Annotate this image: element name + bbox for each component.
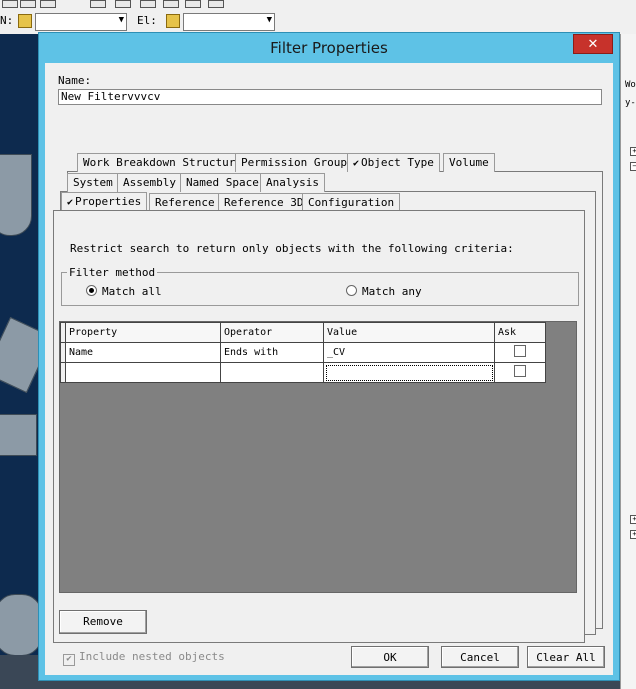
collapse-icon[interactable]: − bbox=[630, 162, 636, 171]
toolbar-icon[interactable] bbox=[20, 0, 36, 8]
3d-part-shape bbox=[0, 594, 40, 656]
filter-method-legend: Filter method bbox=[67, 266, 158, 279]
ask-checkbox[interactable] bbox=[514, 365, 526, 377]
expand-icon[interactable]: + bbox=[630, 530, 636, 539]
ask-checkbox[interactable] bbox=[514, 345, 526, 357]
tree-panel-text: Wo bbox=[625, 80, 636, 90]
cancel-button[interactable]: Cancel bbox=[441, 646, 519, 668]
toolbar-label-n: N: bbox=[0, 14, 14, 27]
close-button[interactable]: ✕ bbox=[573, 34, 613, 54]
filter-properties-dialog: Filter Properties ✕ Name: New Filtervvvc… bbox=[38, 32, 620, 681]
grid-header-property[interactable]: Property bbox=[65, 322, 221, 343]
tab-assembly[interactable]: Assembly bbox=[117, 173, 182, 192]
toolbar-icon[interactable] bbox=[2, 0, 18, 8]
criteria-grid: Property Operator Value Ask Name Ends wi… bbox=[60, 322, 546, 383]
toolbar-combo-2[interactable]: ▼ bbox=[183, 13, 275, 31]
tab-system[interactable]: System bbox=[67, 173, 119, 192]
toolbar-icon[interactable] bbox=[40, 0, 56, 8]
cell-value[interactable]: _CV bbox=[323, 342, 495, 363]
cell-operator[interactable]: Ends with bbox=[220, 342, 324, 363]
grid-header-row: Property Operator Value Ask bbox=[60, 322, 546, 343]
close-icon: ✕ bbox=[587, 37, 599, 52]
remove-button[interactable]: Remove bbox=[59, 610, 147, 634]
3d-part-shape bbox=[0, 414, 37, 456]
expand-icon[interactable]: + bbox=[630, 147, 636, 156]
tab-object-type[interactable]: ✔ Object Type bbox=[347, 153, 440, 172]
name-input[interactable]: New Filtervvvcv bbox=[58, 89, 602, 105]
toolbar-icon[interactable] bbox=[115, 0, 131, 8]
grid-header-ask[interactable]: Ask bbox=[494, 322, 546, 343]
table-row[interactable]: Name Ends with _CV bbox=[60, 342, 546, 363]
expand-icon[interactable]: + bbox=[630, 515, 636, 524]
clear-all-button[interactable]: Clear All bbox=[527, 646, 605, 668]
radio-selected-icon bbox=[86, 285, 97, 296]
lock-icon[interactable] bbox=[18, 14, 32, 28]
tab-work-breakdown-structure[interactable]: Work Breakdown Structure bbox=[77, 153, 248, 172]
criteria-grid-area[interactable]: Property Operator Value Ask Name Ends wi… bbox=[59, 321, 577, 593]
checkmark-icon: ✔ bbox=[67, 197, 74, 208]
cell-value[interactable] bbox=[323, 362, 495, 383]
3d-part-shape bbox=[0, 154, 32, 236]
checkbox-checked-icon: ✔ bbox=[63, 654, 75, 666]
checkmark-icon: ✔ bbox=[353, 158, 360, 169]
cell-ask[interactable] bbox=[494, 342, 546, 363]
include-nested-checkbox[interactable]: ✔ Include nested objects bbox=[63, 650, 225, 666]
cell-operator[interactable] bbox=[220, 362, 324, 383]
restrict-description: Restrict search to return only objects w… bbox=[70, 242, 514, 255]
lock-icon[interactable] bbox=[166, 14, 180, 28]
dialog-title: Filter Properties bbox=[270, 39, 388, 57]
toolbar-icon[interactable] bbox=[185, 0, 201, 8]
filter-method-group: Filter method Match all Match any bbox=[61, 266, 579, 306]
toolbar-icon[interactable] bbox=[90, 0, 106, 8]
properties-tab-page: Restrict search to return only objects w… bbox=[53, 210, 585, 666]
name-label: Name: bbox=[58, 74, 92, 87]
toolbar-label-el: El: bbox=[137, 14, 157, 27]
cell-property[interactable]: Name bbox=[65, 342, 221, 363]
cell-ask[interactable] bbox=[494, 362, 546, 383]
cell-property[interactable] bbox=[65, 362, 221, 383]
match-all-radio[interactable]: Match all bbox=[86, 285, 162, 298]
3d-part-shape bbox=[0, 316, 40, 394]
grid-header-operator[interactable]: Operator bbox=[220, 322, 324, 343]
top-toolbar: N: ▼ El: ▼ bbox=[0, 0, 636, 35]
tree-panel-text: y- bbox=[625, 98, 636, 108]
chevron-down-icon: ▼ bbox=[118, 15, 124, 25]
3d-viewport[interactable] bbox=[0, 34, 40, 689]
toolbar-icon[interactable] bbox=[140, 0, 156, 8]
chevron-down-icon: ▼ bbox=[266, 15, 272, 25]
tab-properties[interactable]: ✔ Properties bbox=[61, 192, 148, 212]
match-any-radio[interactable]: Match any bbox=[346, 285, 422, 298]
toolbar-icon[interactable] bbox=[163, 0, 179, 8]
toolbar-icon[interactable] bbox=[208, 0, 224, 8]
tab-analysis[interactable]: Analysis bbox=[260, 173, 325, 192]
dialog-client-area: Name: New Filtervvvcv Work Breakdown Str… bbox=[45, 63, 613, 675]
table-row[interactable] bbox=[60, 362, 546, 383]
tree-panel[interactable]: Wo y- + − + + bbox=[620, 34, 636, 689]
tab-permission-group[interactable]: Permission Group bbox=[235, 153, 353, 172]
ok-button[interactable]: OK bbox=[351, 646, 429, 668]
toolbar-combo-1[interactable]: ▼ bbox=[35, 13, 127, 31]
tab-volume[interactable]: Volume bbox=[443, 153, 495, 172]
radio-empty-icon bbox=[346, 285, 357, 296]
grid-header-value[interactable]: Value bbox=[323, 322, 495, 343]
tab-named-space[interactable]: Named Space bbox=[180, 173, 265, 192]
